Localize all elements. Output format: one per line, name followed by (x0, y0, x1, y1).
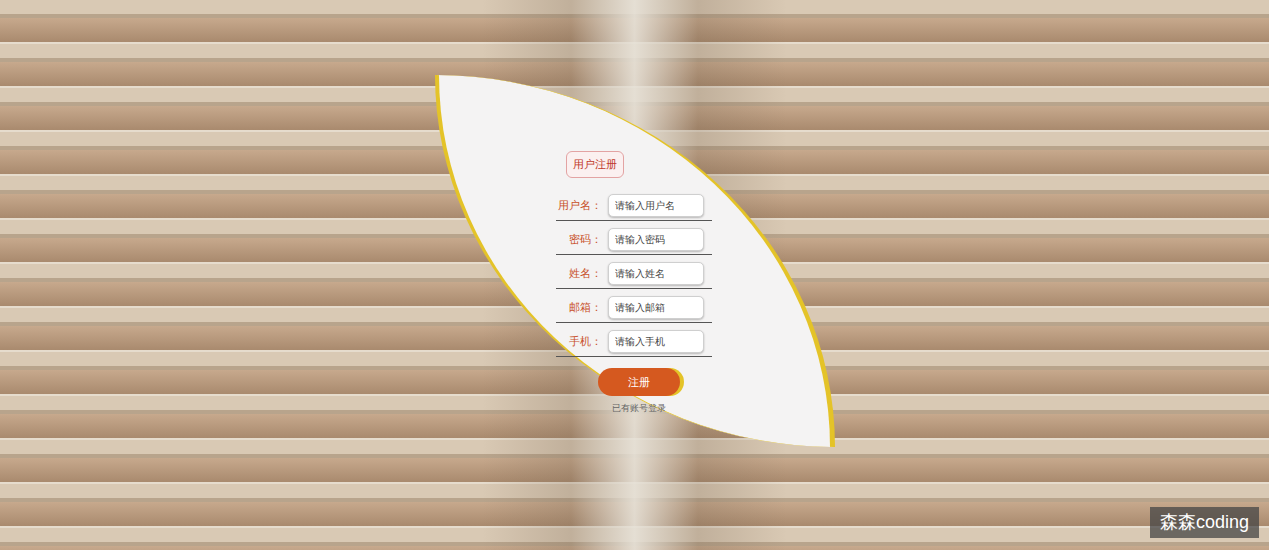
form-row: 用户名： (556, 190, 712, 221)
form-row: 邮箱： (556, 292, 712, 323)
field-label: 姓名： (556, 265, 608, 282)
field-label: 密码： (556, 231, 608, 248)
register-title: 用户注册 (566, 151, 624, 178)
library-photo: 用户注册用户名： 密码： 姓名： 邮箱： 手机： 注册已有账号登录森森coding (0, 0, 1269, 550)
text-field[interactable] (608, 330, 704, 353)
form-row: 姓名： (556, 258, 712, 289)
text-field[interactable] (608, 194, 704, 217)
text-field[interactable] (608, 296, 704, 319)
form-row: 手机： (556, 326, 712, 357)
field-label: 邮箱： (556, 299, 608, 316)
text-field[interactable] (608, 228, 704, 251)
register-card: 用户注册用户名： 密码： 姓名： 邮箱： 手机： 注册已有账号登录 (435, 75, 835, 447)
register-button[interactable]: 注册 (598, 368, 680, 397)
watermark: 森森coding (1150, 507, 1259, 538)
text-field[interactable] (608, 262, 704, 285)
field-label: 用户名： (556, 197, 608, 214)
field-label: 手机： (556, 333, 608, 350)
login-link[interactable]: 已有账号登录 (612, 402, 666, 416)
form-row: 密码： (556, 224, 712, 255)
